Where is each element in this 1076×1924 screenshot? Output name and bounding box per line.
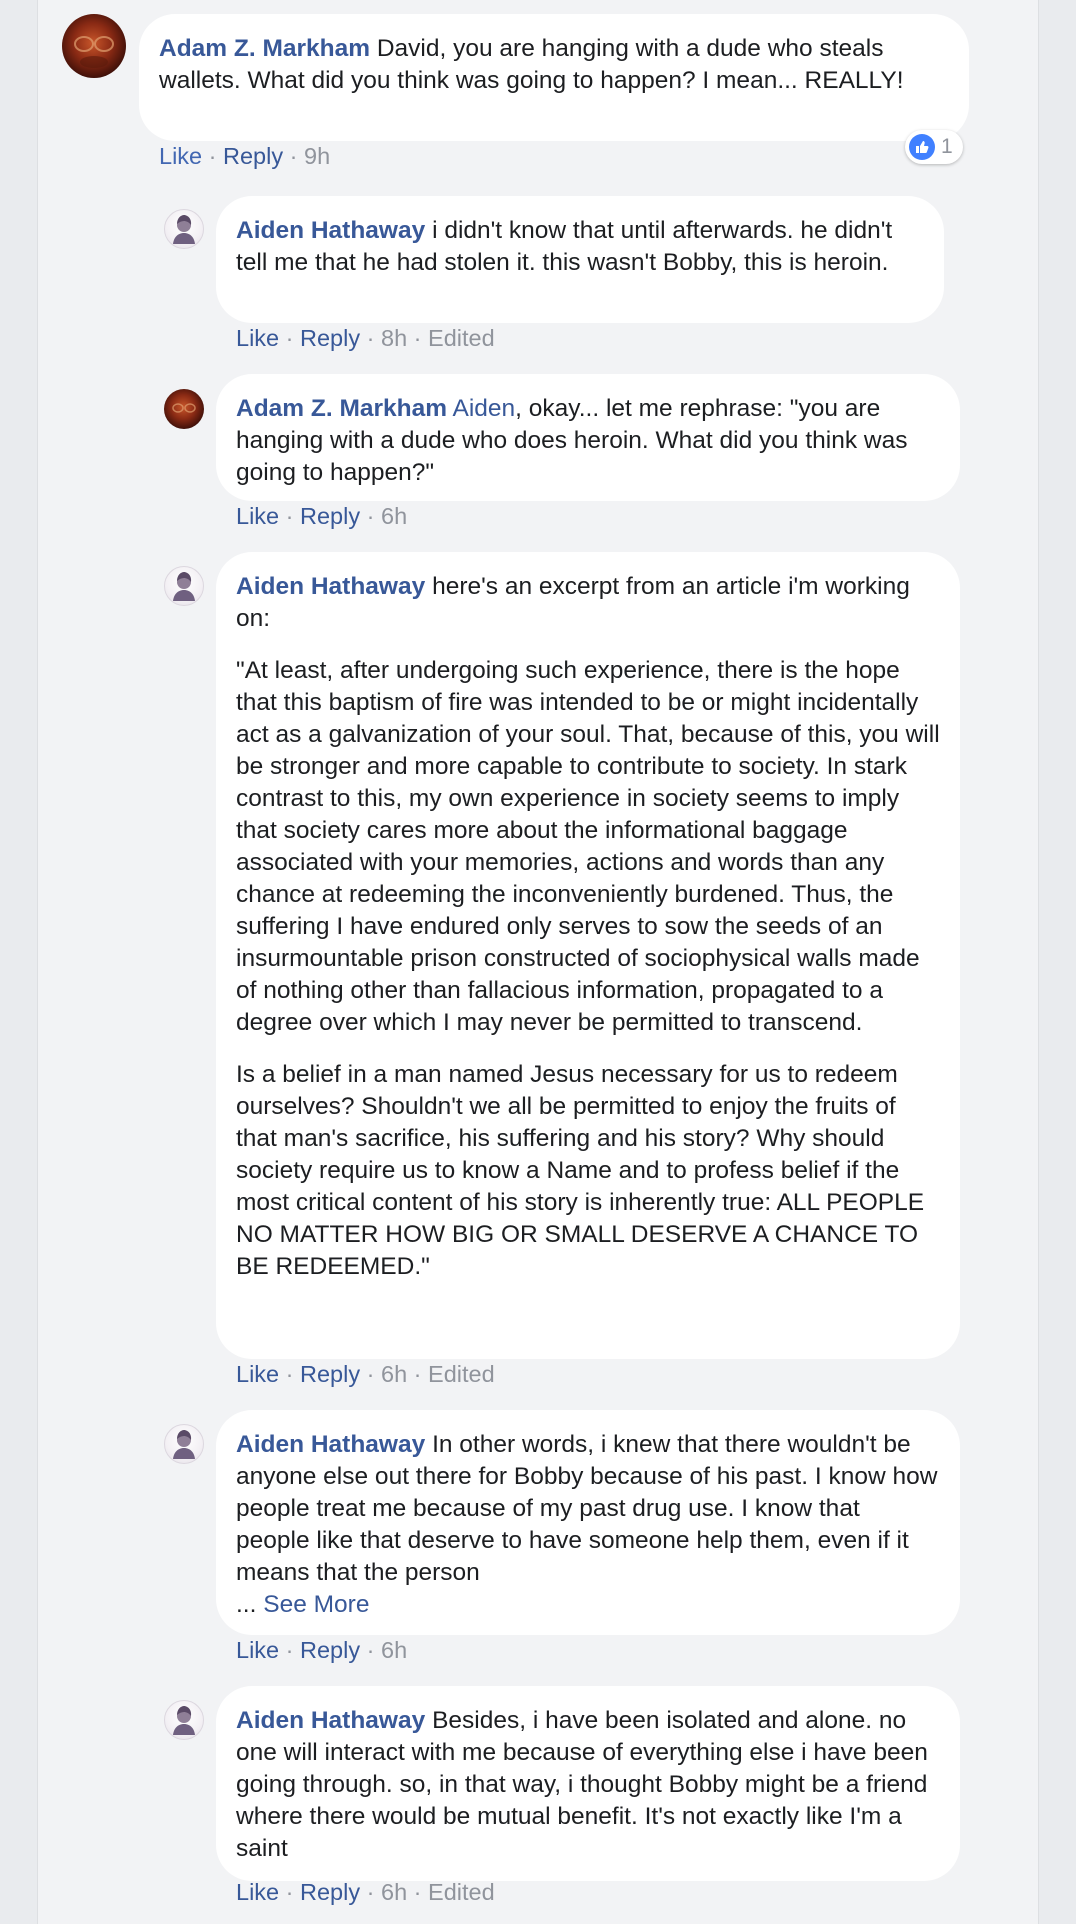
like-button[interactable]: Like: [159, 143, 202, 169]
avatar-illustration-icon: [173, 1430, 195, 1459]
comments-panel: Adam Z. Markham David, you are hanging w…: [37, 0, 1039, 1924]
edited-label[interactable]: Edited: [428, 1361, 495, 1387]
reply-author[interactable]: Aiden Hathaway: [236, 1707, 425, 1734]
avatar-illustration-icon: [173, 572, 195, 601]
ellipsis: ...: [236, 1591, 257, 1618]
avatar[interactable]: [62, 14, 126, 78]
timestamp[interactable]: 8h: [381, 325, 407, 351]
comment-bubble: Adam Z. Markham David, you are hanging w…: [139, 14, 969, 141]
reply-bubble: Aiden Hathaway Besides, i have been isol…: [216, 1686, 960, 1881]
separator: ·: [285, 503, 294, 529]
reply-button[interactable]: Reply: [300, 1361, 360, 1387]
edited-label[interactable]: Edited: [428, 325, 495, 351]
like-button[interactable]: Like: [236, 503, 279, 529]
reply-author[interactable]: Aiden Hathaway: [236, 217, 425, 244]
separator: ·: [289, 143, 298, 169]
reply-actions: Like · Reply · 6h · Edited: [236, 1361, 495, 1388]
like-button[interactable]: Like: [236, 1879, 279, 1905]
avatar-illustration-icon: [173, 1706, 195, 1735]
separator: ·: [366, 1637, 375, 1663]
see-more-link[interactable]: See More: [263, 1591, 369, 1618]
reply-bubble: Aiden Hathaway here's an excerpt from an…: [216, 552, 960, 1359]
avatar[interactable]: [164, 389, 204, 429]
reply-actions: Like · Reply · 6h: [236, 1637, 407, 1664]
reply-button[interactable]: Reply: [300, 503, 360, 529]
avatar-photo-icon: [172, 403, 196, 413]
avatar[interactable]: [164, 209, 204, 249]
timestamp[interactable]: 6h: [381, 1879, 407, 1905]
reply-paragraph: "At least, after undergoing such experie…: [236, 657, 940, 1036]
timestamp[interactable]: 6h: [381, 503, 407, 529]
reply-bubble: Aiden Hathaway i didn't know that until …: [216, 196, 944, 323]
reaction-count: 1: [941, 135, 953, 158]
separator: ·: [413, 325, 422, 351]
avatar-illustration-icon: [173, 215, 195, 244]
avatar-photo-icon: [74, 36, 114, 68]
separator: ·: [208, 143, 217, 169]
separator: ·: [285, 325, 294, 351]
reply-actions: Like · Reply · 6h · Edited: [236, 1879, 495, 1906]
reaction-summary[interactable]: 1: [905, 130, 963, 164]
comment-actions: Like · Reply · 9h: [159, 143, 330, 170]
reply-paragraph: Is a belief in a man named Jesus necessa…: [236, 1061, 925, 1280]
separator: ·: [285, 1361, 294, 1387]
reply-button[interactable]: Reply: [300, 1637, 360, 1663]
separator: ·: [413, 1361, 422, 1387]
edited-label[interactable]: Edited: [428, 1879, 495, 1905]
reply-button[interactable]: Reply: [300, 1879, 360, 1905]
reply-bubble: Adam Z. Markham Aiden, okay... let me re…: [216, 374, 960, 501]
separator: ·: [366, 503, 375, 529]
separator: ·: [285, 1637, 294, 1663]
reply-author[interactable]: Aiden Hathaway: [236, 573, 425, 600]
timestamp[interactable]: 6h: [381, 1361, 407, 1387]
reply-bubble: Aiden Hathaway In other words, i knew th…: [216, 1410, 960, 1635]
reply-button[interactable]: Reply: [223, 143, 283, 169]
reply-button[interactable]: Reply: [300, 325, 360, 351]
reply-author[interactable]: Adam Z. Markham: [236, 395, 447, 422]
timestamp[interactable]: 9h: [304, 143, 330, 169]
like-button[interactable]: Like: [236, 325, 279, 351]
avatar[interactable]: [164, 1700, 204, 1740]
separator: ·: [366, 325, 375, 351]
comment-author[interactable]: Adam Z. Markham: [159, 35, 370, 62]
separator: ·: [366, 1361, 375, 1387]
avatar[interactable]: [164, 1424, 204, 1464]
reply-author[interactable]: Aiden Hathaway: [236, 1431, 425, 1458]
mention-link[interactable]: Aiden: [453, 395, 516, 422]
separator: ·: [366, 1879, 375, 1905]
like-button[interactable]: Like: [236, 1637, 279, 1663]
like-button[interactable]: Like: [236, 1361, 279, 1387]
avatar[interactable]: [164, 566, 204, 606]
timestamp[interactable]: 6h: [381, 1637, 407, 1663]
reply-actions: Like · Reply · 6h: [236, 503, 407, 530]
reply-actions: Like · Reply · 8h · Edited: [236, 325, 495, 352]
separator: ·: [285, 1879, 294, 1905]
thumbs-up-icon: [909, 134, 935, 160]
separator: ·: [413, 1879, 422, 1905]
